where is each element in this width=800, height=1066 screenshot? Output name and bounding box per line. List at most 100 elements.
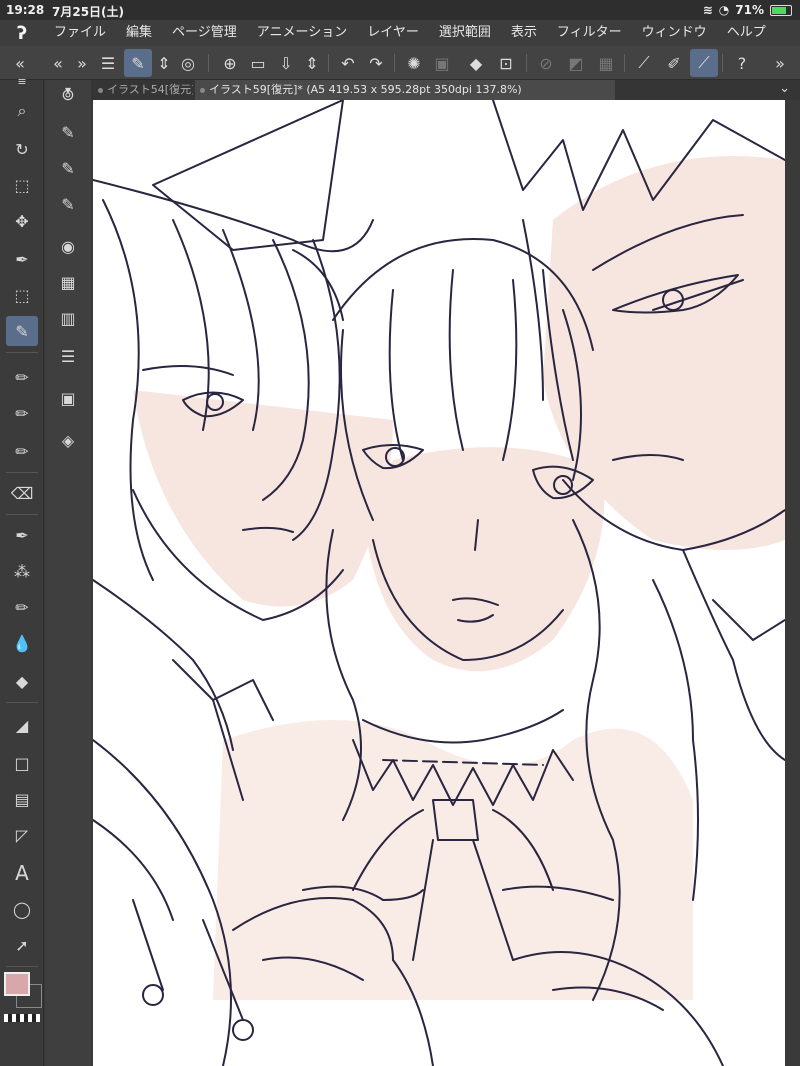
rotate-view-icon[interactable]: ↻ — [6, 134, 38, 164]
menu-help[interactable]: ヘルプ — [717, 20, 776, 46]
edit-canvas-icon[interactable]: ✎ — [124, 49, 152, 77]
document-tabs: イラスト54[復元] イラスト59[復元]* (A5 419.53 x 595.… — [91, 80, 800, 100]
undo-icon[interactable]: ↶ — [334, 49, 362, 77]
toolbar-separator — [526, 54, 527, 72]
deselect-icon[interactable]: ⊘ — [532, 49, 560, 77]
open-folder-icon[interactable]: ▭ — [244, 49, 272, 77]
ruler-icon[interactable]: ◸ — [6, 820, 38, 850]
timeline-icon[interactable]: ▥ — [53, 304, 83, 332]
expand-right-icon-2[interactable]: » — [766, 49, 794, 77]
tool-palette: ≡ ⌕ ↻ ⬚ ✥ ✒ ⬚ ✎ ✏ ✏ ✏ ⌫ ✒ ⁂ ✏ 💧 ◆ ◢ □ ▤ … — [0, 75, 44, 1066]
gradient-icon[interactable]: ◢ — [6, 710, 38, 740]
material-icon[interactable]: ▣ — [53, 384, 83, 412]
wifi-icon: ≋ — [702, 3, 713, 17]
pen-tool-icon[interactable]: ✎ — [6, 316, 38, 346]
brush-icon[interactable]: ✏ — [6, 398, 38, 428]
stepper-icon-2[interactable]: ⇕ — [298, 49, 326, 77]
fill-icon[interactable]: ◆ — [462, 49, 490, 77]
selection-spinner-icon[interactable]: ✺ — [400, 49, 428, 77]
menu-selection[interactable]: 選択範囲 — [429, 20, 501, 46]
tool-separator — [6, 352, 38, 353]
invert-selection-icon[interactable]: ◩ — [562, 49, 590, 77]
color-set-icon[interactable]: ▦ — [53, 268, 83, 296]
color-wheel-icon[interactable]: ◉ — [53, 232, 83, 260]
tool-separator — [6, 514, 38, 515]
hamburger-menu-icon[interactable]: ☰ — [94, 49, 122, 77]
airbrush-icon[interactable]: ✏ — [6, 436, 38, 466]
status-date: 7月25日(土) — [52, 5, 125, 19]
figure-icon[interactable]: □ — [6, 748, 38, 778]
frame-icon[interactable]: ▤ — [6, 784, 38, 814]
layer-property-icon[interactable]: ☰ — [53, 342, 83, 370]
status-time: 19:28 — [6, 3, 45, 17]
balloon-icon[interactable]: ◯ — [6, 894, 38, 924]
help-icon[interactable]: ? — [728, 49, 756, 77]
tool-separator — [6, 702, 38, 703]
menu-layer[interactable]: レイヤー — [357, 20, 429, 46]
brush-size-icon[interactable]: ✎ — [53, 154, 83, 182]
menu-edit[interactable]: 編集 — [116, 20, 162, 46]
rotation-lock-icon: ◔ — [718, 3, 730, 17]
canvas-right-edge — [785, 100, 800, 1066]
eraser-icon[interactable]: ⌫ — [6, 478, 38, 508]
battery-icon — [770, 4, 792, 16]
app-window: 19:28 7月25日(土) ≋ ◔ 71% ʔ ファイル 編集 ページ管理 ア… — [0, 0, 800, 1066]
navigator-icon[interactable]: ⊚ — [53, 80, 83, 108]
tab-illust54[interactable]: イラスト54[復元] — [93, 80, 193, 100]
toolbar-separator — [328, 54, 329, 72]
app-logo[interactable]: ʔ — [0, 20, 44, 46]
spray-icon[interactable]: ⁂ — [6, 556, 38, 586]
marquee-icon[interactable]: ⬚ — [6, 280, 38, 310]
menu-page[interactable]: ページ管理 — [162, 20, 247, 46]
text-icon[interactable]: A — [6, 858, 38, 888]
collapse-left-icon[interactable]: « — [6, 49, 34, 77]
expand-right-icon[interactable]: » — [68, 49, 96, 77]
tool-separator — [6, 966, 38, 967]
liquify-icon[interactable]: 💧 — [6, 628, 38, 658]
toolbar-separator — [624, 54, 625, 72]
tool-property-icon[interactable]: ✎ — [53, 118, 83, 146]
correct-line-icon[interactable]: ➚ — [6, 930, 38, 960]
status-bar: 19:28 7月25日(土) ≋ ◔ 71% — [0, 0, 800, 20]
new-file-icon[interactable]: ⊕ — [216, 49, 244, 77]
save-icon[interactable]: ⇩ — [272, 49, 300, 77]
tool-separator — [6, 472, 38, 473]
drawing-canvas[interactable] — [93, 100, 785, 1066]
status-right: ≋ ◔ 71% — [703, 3, 792, 17]
menu-bar: ʔ ファイル 編集 ページ管理 アニメーション レイヤー 選択範囲 表示 フィル… — [0, 20, 800, 46]
decoration-icon[interactable]: ✒ — [6, 520, 38, 550]
menu-window[interactable]: ウィンドウ — [632, 20, 717, 46]
ruler-snap-icon[interactable]: ⟋ — [630, 49, 658, 77]
main-color-swatch[interactable] — [4, 972, 30, 996]
clip-icon[interactable]: ▦ — [592, 49, 620, 77]
menu-view[interactable]: 表示 — [501, 20, 547, 46]
brush-settings-icon[interactable]: ✎ — [53, 190, 83, 218]
toolbar-separator — [208, 54, 209, 72]
pencil-icon[interactable]: ✏ — [6, 362, 38, 392]
chevron-down-icon[interactable]: ⌄ — [779, 81, 790, 96]
copy-icon[interactable]: ▣ — [428, 49, 456, 77]
redo-icon[interactable]: ↷ — [362, 49, 390, 77]
brush-snap-icon[interactable]: ✐ — [660, 49, 688, 77]
transform-icon[interactable]: ⊡ — [492, 49, 520, 77]
menu-filter[interactable]: フィルター — [547, 20, 632, 46]
eyedropper-icon[interactable]: ✒ — [6, 244, 38, 274]
spiral-icon[interactable]: ◎ — [174, 49, 202, 77]
object-select-icon[interactable]: ⬚ — [6, 170, 38, 200]
zoom-icon[interactable]: ⌕ — [6, 96, 38, 126]
ruler-active-icon[interactable]: ⟋ — [690, 49, 718, 77]
tab-illust59[interactable]: イラスト59[復元]* (A5 419.53 x 595.28pt 350dpi… — [195, 80, 615, 100]
fill-bucket-icon[interactable]: ◆ — [6, 666, 38, 696]
palette-menu-icon[interactable]: ≡ — [6, 74, 38, 88]
command-bar: « « » ☰ ✎ ⇕ ◎ ⊕ ▭ ⇩ ⇕ ↶ ↷ ✺ ▣ ◆ ⊡ ⊘ ◩ ▦ … — [0, 46, 800, 80]
sub-tool-palette: ▾ ⊚ ✎ ✎ ✎ ◉ ▦ ▥ ☰ ▣ ◈ — [45, 80, 91, 1066]
battery-percent: 71% — [735, 3, 764, 17]
move-icon[interactable]: ✥ — [6, 206, 38, 236]
blend-icon[interactable]: ✏ — [6, 592, 38, 622]
layers-icon[interactable]: ◈ — [53, 426, 83, 454]
toolbar-separator — [722, 54, 723, 72]
transparent-color-swatch[interactable] — [4, 1014, 40, 1022]
line-art-illustration — [93, 100, 785, 1066]
menu-animation[interactable]: アニメーション — [247, 20, 357, 46]
menu-file[interactable]: ファイル — [44, 20, 116, 46]
